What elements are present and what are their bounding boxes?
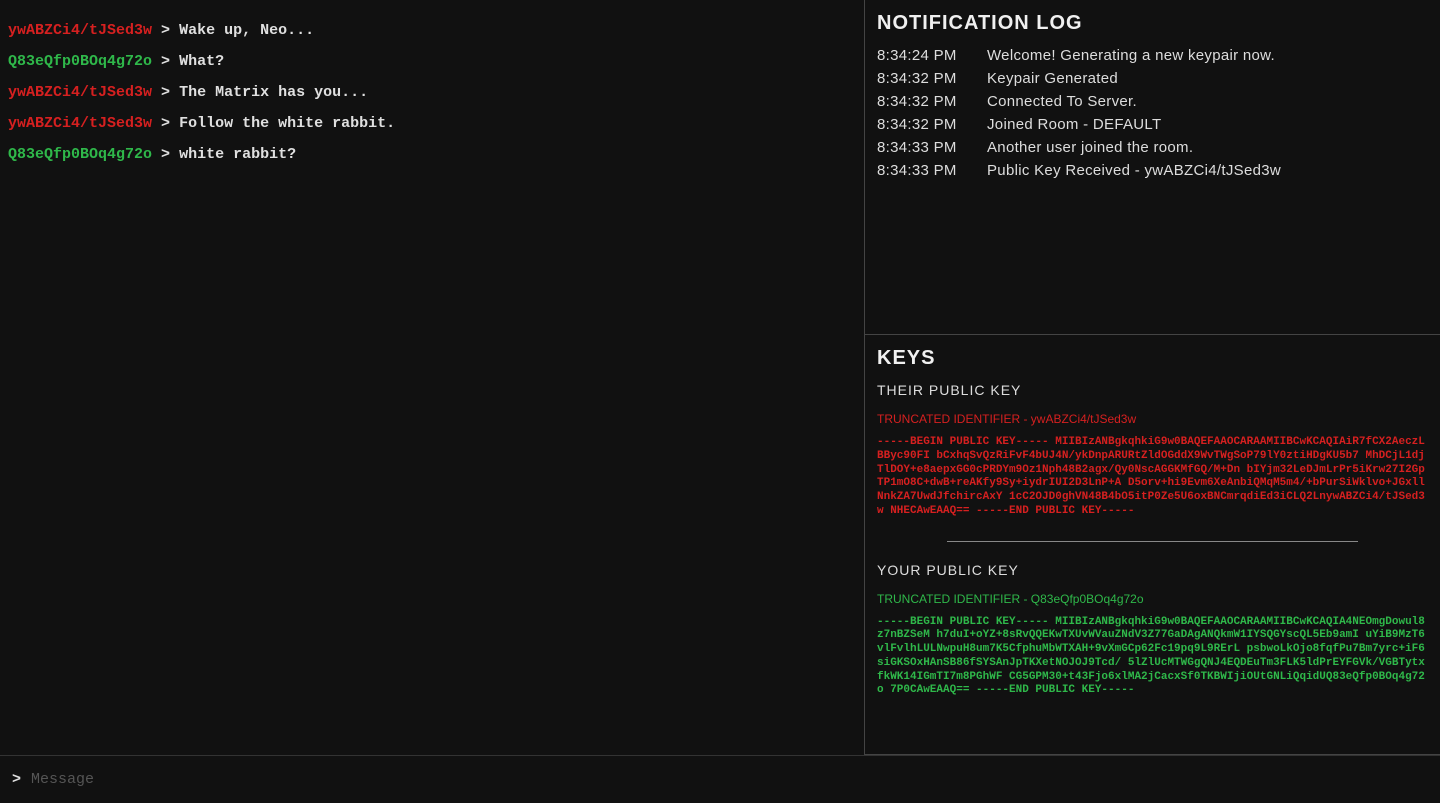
- notification-log-title: NOTIFICATION LOG: [877, 12, 1428, 35]
- message-input-bar[interactable]: >: [0, 755, 1440, 803]
- notification-time: 8:34:32 PM: [877, 93, 987, 110]
- notification-time: 8:34:24 PM: [877, 47, 987, 64]
- notification-message: Public Key Received - ywABZCi4/tJSed3w: [987, 162, 1428, 179]
- chat-user-id: ywABZCi4/tJSed3w: [8, 84, 152, 101]
- notification-row: 8:34:33 PM Another user joined the room.: [877, 139, 1428, 156]
- notification-message: Keypair Generated: [987, 70, 1428, 87]
- chat-line: ywABZCi4/tJSed3w > Wake up, Neo...: [8, 20, 856, 41]
- notification-message: Connected To Server.: [987, 93, 1428, 110]
- notification-time: 8:34:32 PM: [877, 116, 987, 133]
- chat-message-text: What?: [179, 53, 224, 70]
- notification-row: 8:34:32 PM Keypair Generated: [877, 70, 1428, 87]
- notification-log-section: NOTIFICATION LOG 8:34:24 PM Welcome! Gen…: [865, 0, 1440, 335]
- notification-message: Another user joined the room.: [987, 139, 1428, 156]
- chat-line: ywABZCi4/tJSed3w > Follow the white rabb…: [8, 113, 856, 134]
- chat-pane: ywABZCi4/tJSed3w > Wake up, Neo... Q83eQ…: [0, 0, 865, 755]
- notification-message: Welcome! Generating a new keypair now.: [987, 47, 1428, 64]
- chat-user-id: ywABZCi4/tJSed3w: [8, 115, 152, 132]
- chat-separator: >: [161, 146, 179, 163]
- notification-row: 8:34:33 PM Public Key Received - ywABZCi…: [877, 162, 1428, 179]
- chat-line: ywABZCi4/tJSed3w > The Matrix has you...: [8, 82, 856, 103]
- chat-message-text: Wake up, Neo...: [179, 22, 314, 39]
- notification-time: 8:34:33 PM: [877, 139, 987, 156]
- your-public-key-label: YOUR PUBLIC KEY: [877, 562, 1428, 578]
- chat-separator: >: [161, 53, 179, 70]
- notification-time: 8:34:32 PM: [877, 70, 987, 87]
- their-public-key-pem: -----BEGIN PUBLIC KEY----- MIIBIzANBgkqh…: [877, 436, 1428, 519]
- your-public-key-pem: -----BEGIN PUBLIC KEY----- MIIBIzANBgkqh…: [877, 616, 1428, 699]
- chat-line: Q83eQfp0BOq4g72o > white rabbit?: [8, 144, 856, 165]
- chat-separator: >: [161, 22, 179, 39]
- notification-time: 8:34:33 PM: [877, 162, 987, 179]
- notification-message: Joined Room - DEFAULT: [987, 116, 1428, 133]
- their-truncated-identifier: TRUNCATED IDENTIFIER - ywABZCi4/tJSed3w: [877, 412, 1428, 426]
- chat-message-text: white rabbit?: [179, 146, 296, 163]
- chat-user-id: Q83eQfp0BOq4g72o: [8, 146, 152, 163]
- their-public-key-label: THEIR PUBLIC KEY: [877, 382, 1428, 398]
- chat-separator: >: [161, 84, 179, 101]
- notification-row: 8:34:32 PM Joined Room - DEFAULT: [877, 116, 1428, 133]
- chat-line: Q83eQfp0BOq4g72o > What?: [8, 51, 856, 72]
- chat-user-id: ywABZCi4/tJSed3w: [8, 22, 152, 39]
- chat-user-id: Q83eQfp0BOq4g72o: [8, 53, 152, 70]
- notification-row: 8:34:32 PM Connected To Server.: [877, 93, 1428, 110]
- sidebar: NOTIFICATION LOG 8:34:24 PM Welcome! Gen…: [865, 0, 1440, 755]
- keys-section: KEYS THEIR PUBLIC KEY TRUNCATED IDENTIFI…: [865, 335, 1440, 755]
- key-divider: [947, 541, 1358, 542]
- keys-title: KEYS: [877, 347, 1428, 370]
- input-prompt: >: [12, 771, 21, 788]
- chat-message-text: Follow the white rabbit.: [179, 115, 395, 132]
- message-input[interactable]: [31, 771, 1428, 788]
- chat-message-text: The Matrix has you...: [179, 84, 368, 101]
- chat-separator: >: [161, 115, 179, 132]
- notification-row: 8:34:24 PM Welcome! Generating a new key…: [877, 47, 1428, 64]
- your-truncated-identifier: TRUNCATED IDENTIFIER - Q83eQfp0BOq4g72o: [877, 592, 1428, 606]
